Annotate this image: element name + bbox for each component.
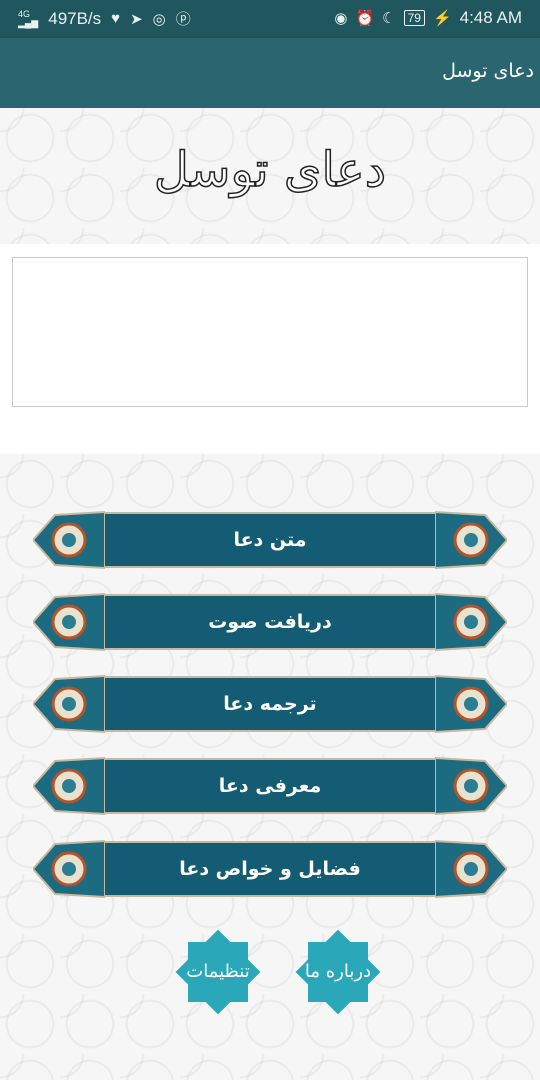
menu-button-label: دریافت صوت: [208, 611, 332, 633]
about-button[interactable]: درباره ما: [290, 924, 386, 1020]
menu-button-label: فضایل و خواص دعا: [179, 858, 361, 880]
menu-button-label: ترجمه دعا: [223, 693, 317, 715]
menu-button-dua-text[interactable]: متن دعا: [33, 509, 507, 571]
status-bar: 4G ▂▄▆ 497B/s ♥ ➤ ◎ ⓟ ◉ ⏰ ☾ 79 ⚡ 4:48 AM: [0, 0, 540, 38]
menu-button-download-audio[interactable]: دریافت صوت: [33, 591, 507, 653]
menu-button-translation[interactable]: ترجمه دعا: [33, 673, 507, 735]
signal-icon: 4G ▂▄▆: [18, 8, 39, 28]
charging-icon: ⚡: [432, 10, 452, 27]
network-speed: 497B/s: [48, 8, 102, 28]
pinterest-icon: ⓟ: [175, 11, 191, 28]
menu-button-virtues[interactable]: فضایل و خواص دعا: [33, 838, 507, 900]
menu-button-label: متن دعا: [233, 529, 307, 551]
about-button-label: درباره ما: [304, 961, 372, 982]
menu-button-introduction[interactable]: معرفی دعا: [33, 755, 507, 817]
menu-button-label: معرفی دعا: [218, 775, 322, 797]
eye-icon: ◉: [334, 10, 348, 27]
alarm-icon: ⏰: [355, 10, 375, 27]
app-bar-title: دعای توسل: [442, 60, 534, 82]
settings-button[interactable]: تنظیمات: [170, 924, 266, 1020]
app-bar: دعای توسل: [0, 38, 540, 108]
content-box: [12, 257, 528, 407]
heartbeat-icon: ♥: [111, 10, 121, 27]
settings-button-label: تنظیمات: [186, 961, 250, 982]
clock: 4:48 AM: [459, 8, 522, 27]
page-title: دعای توسل: [153, 141, 387, 199]
instagram-icon: ◎: [152, 10, 166, 28]
battery-icon: 79: [403, 10, 425, 26]
telegram-icon: ➤: [130, 10, 143, 28]
moon-icon: ☾: [382, 10, 396, 27]
